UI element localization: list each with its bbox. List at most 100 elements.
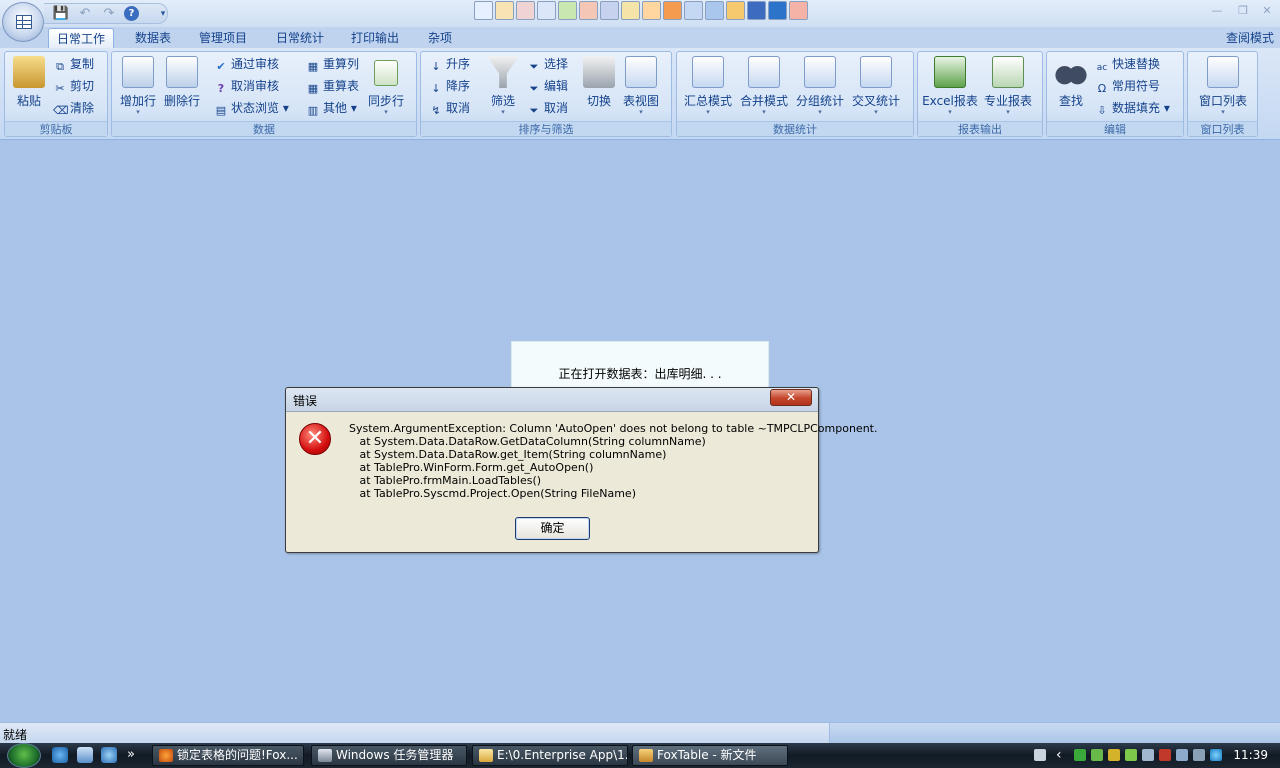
volume-icon[interactable]: [1193, 749, 1205, 761]
launcher-icon[interactable]: [726, 1, 745, 20]
tray-app-icon[interactable]: [1142, 749, 1154, 761]
status-bar: 就绪: [0, 722, 1280, 744]
undo-icon[interactable]: ↶: [76, 6, 94, 22]
launcher-icon[interactable]: [600, 1, 619, 20]
delete-row-button[interactable]: 删除行: [162, 54, 202, 120]
keyboard-icon[interactable]: [1034, 749, 1046, 761]
tray-app-icon[interactable]: [1125, 749, 1137, 761]
tab-print-output[interactable]: 打印输出: [343, 28, 407, 48]
add-row-button[interactable]: 增加行 ▾: [116, 54, 160, 120]
tray-expand-icon[interactable]: ‹: [1056, 748, 1068, 762]
launcher-icon[interactable]: [579, 1, 598, 20]
launcher-icon[interactable]: [537, 1, 556, 20]
data-fill-button[interactable]: ⇩ 数据填充 ▾: [1095, 98, 1169, 118]
cross-stats-button[interactable]: 交叉统计 ▾: [849, 54, 903, 120]
launcher-icon[interactable]: [663, 1, 682, 20]
task-forum-browser[interactable]: 锁定表格的问题!Fox...: [152, 745, 304, 766]
launcher-icon[interactable]: [474, 1, 493, 20]
cancel-sort-button[interactable]: ↯ 取消: [429, 98, 470, 118]
launcher-icon[interactable]: [768, 1, 787, 20]
quick-replace-button[interactable]: ac 快速替换: [1095, 54, 1160, 74]
redo-icon[interactable]: ↷: [100, 6, 118, 22]
task-explorer[interactable]: E:\0.Enterprise App\1...: [472, 745, 628, 766]
view-mode-label[interactable]: 查阅模式: [1226, 28, 1274, 48]
tab-data-table[interactable]: 数据表: [127, 28, 179, 48]
title-bar: 💾 ↶ ↷ ? ▾ — ❐ ✕: [0, 0, 1280, 27]
paste-button[interactable]: 粘贴: [9, 54, 49, 120]
sort-descending-button[interactable]: ↓ 降序: [429, 76, 470, 96]
globe-icon[interactable]: [1210, 749, 1222, 761]
merge-mode-button[interactable]: 合并模式 ▾: [737, 54, 791, 120]
clock[interactable]: 11:39: [1233, 748, 1268, 762]
desktop-icon[interactable]: [77, 747, 93, 763]
task-foxtable[interactable]: FoxTable - 新文件: [632, 745, 788, 766]
launcher-icon[interactable]: [684, 1, 703, 20]
tab-daily-work[interactable]: 日常工作: [48, 28, 115, 48]
recalc-table-button[interactable]: ▦ 重算表: [306, 76, 359, 96]
launcher-icon[interactable]: [621, 1, 640, 20]
quicklaunch-more-icon[interactable]: »: [127, 747, 143, 763]
save-icon[interactable]: 💾: [52, 6, 70, 22]
excel-icon: [934, 56, 966, 88]
add-row-icon: [122, 56, 154, 88]
recalc-column-button[interactable]: ▦ 重算列: [306, 54, 359, 74]
window-list-button[interactable]: 窗口列表 ▾: [1192, 54, 1254, 120]
launcher-icon[interactable]: [642, 1, 661, 20]
tray-app-icon[interactable]: [1159, 749, 1171, 761]
ribbon: 粘贴 ⧉ 复制 ✂ 剪切 ⌫清除 剪贴板 增加行 ▾ 删除行 ✔ 通过审核 ? 取消审核…: [0, 48, 1280, 140]
dialog-close-button[interactable]: ✕: [770, 389, 812, 406]
group-window-list: 窗口列表 ▾ 窗口列表: [1187, 51, 1258, 137]
error-line: at TablePro.WinForm.Form.get_AutoOpen(): [349, 461, 594, 474]
ribbon-tabs: 日常工作 数据表 管理项目 日常统计 打印输出 杂项 查阅模式: [0, 27, 1280, 48]
maximize-icon[interactable]: ❐: [1234, 4, 1252, 18]
sync-row-button[interactable]: 同步行 ▾: [364, 54, 408, 120]
common-symbols-button[interactable]: Ω 常用符号: [1095, 76, 1160, 96]
copy-button[interactable]: ⧉ 复制: [53, 54, 94, 74]
task-task-manager[interactable]: Windows 任务管理器: [311, 745, 467, 766]
switch-button[interactable]: 切换: [581, 54, 617, 120]
sort-asc-icon: ↓: [431, 60, 441, 73]
cut-button[interactable]: ✂ 剪切: [53, 76, 94, 96]
tray-app-icon[interactable]: [1091, 749, 1103, 761]
other-button[interactable]: ▥ 其他 ▾: [306, 98, 357, 118]
minimize-icon[interactable]: —: [1208, 4, 1226, 18]
app-menu-button[interactable]: [2, 2, 44, 42]
taskbar: » 锁定表格的问题!Fox... Windows 任务管理器 E:\0.Ente…: [0, 743, 1280, 768]
launcher-icon[interactable]: [705, 1, 724, 20]
tab-daily-stats[interactable]: 日常统计: [268, 28, 332, 48]
browser-icon[interactable]: [101, 747, 117, 763]
summary-mode-button[interactable]: 汇总模式 ▾: [681, 54, 735, 120]
tab-misc[interactable]: 杂项: [420, 28, 460, 48]
filter-button[interactable]: 筛选 ▾: [483, 54, 523, 120]
close-window-icon[interactable]: ✕: [1258, 4, 1276, 18]
sort-ascending-button[interactable]: ↓ 升序: [429, 54, 470, 74]
clear-button[interactable]: ⌫清除: [53, 98, 94, 118]
excel-report-button[interactable]: Excel报表 ▾: [922, 54, 978, 120]
unapprove-button[interactable]: ? 取消审核: [214, 76, 279, 96]
edit-filter-button[interactable]: ⏷ 编辑: [527, 76, 568, 96]
table-view-button[interactable]: 表视图 ▾: [619, 54, 663, 120]
ok-button[interactable]: 确定: [515, 517, 590, 540]
launcher-icon[interactable]: [516, 1, 535, 20]
launcher-icon[interactable]: [495, 1, 514, 20]
pro-report-button[interactable]: 专业报表 ▾: [980, 54, 1036, 120]
error-line: at TablePro.frmMain.LoadTables(): [349, 474, 542, 487]
start-button[interactable]: [7, 743, 41, 768]
approve-button[interactable]: ✔ 通过审核: [214, 54, 279, 74]
tray-app-icon[interactable]: [1108, 749, 1120, 761]
group-stats-button[interactable]: 分组统计 ▾: [793, 54, 847, 120]
launcher-icon[interactable]: [789, 1, 808, 20]
cancel-filter-button[interactable]: ⏷ 取消: [527, 98, 568, 118]
dialog-title-bar[interactable]: 错误 ✕: [286, 388, 818, 412]
tab-manage-project[interactable]: 管理项目: [191, 28, 255, 48]
find-button[interactable]: 查找: [1051, 54, 1091, 120]
ie-icon[interactable]: [52, 747, 68, 763]
help-icon[interactable]: ?: [124, 6, 139, 21]
status-browse-button[interactable]: ▤ 状态浏览 ▾: [214, 98, 289, 118]
launcher-icon[interactable]: [558, 1, 577, 20]
launcher-icon[interactable]: [747, 1, 766, 20]
select-button[interactable]: ⏷ 选择: [527, 54, 568, 74]
network-icon[interactable]: [1176, 749, 1188, 761]
tray-app-icon[interactable]: [1074, 749, 1086, 761]
qat-more-icon[interactable]: ▾: [154, 6, 172, 22]
